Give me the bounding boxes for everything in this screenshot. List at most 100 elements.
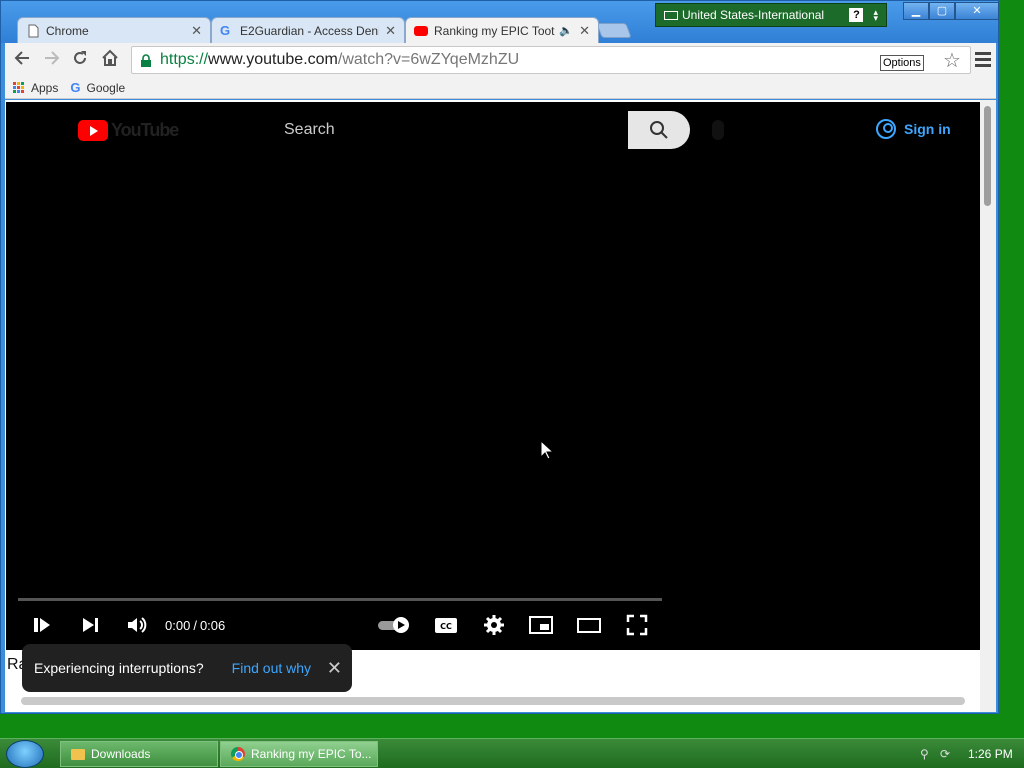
google-icon: G	[220, 22, 231, 38]
language-bar[interactable]: United States-International ? ▴ ▾	[655, 3, 887, 27]
gear-icon	[484, 615, 504, 635]
options-tooltip: Options	[880, 55, 924, 71]
reload-icon	[74, 51, 86, 64]
time-separator: /	[193, 618, 197, 633]
forward-arrow-icon	[45, 51, 60, 65]
next-button[interactable]	[78, 612, 102, 638]
settings-button[interactable]	[482, 612, 506, 638]
page-content: YouTube Search Sign in 0:00 / 0:06 CC Ra…	[5, 100, 980, 712]
browser-toolbar: https://www.youtube.com/watch?v=6wZYqeMz…	[5, 43, 996, 77]
play-pause-button[interactable]	[30, 612, 54, 638]
taskbar-item-chrome[interactable]: Ranking my EPIC To...	[220, 741, 378, 767]
start-button[interactable]	[6, 740, 44, 768]
play-pause-icon	[34, 618, 50, 632]
minimize-button[interactable]: ▁	[903, 2, 929, 20]
theater-mode-button[interactable]	[576, 612, 602, 638]
audio-playing-icon[interactable]: 🔈	[559, 24, 573, 37]
secure-lock-icon	[141, 53, 151, 67]
captions-label: CC	[440, 622, 452, 631]
toast-close-icon[interactable]: ✕	[327, 658, 342, 679]
mouse-cursor-icon	[540, 440, 554, 460]
autoplay-toggle-icon	[378, 617, 409, 633]
tab-title: E2Guardian - Access Denie	[240, 23, 380, 38]
taskbar: Downloads Ranking my EPIC To... ⚲ ⟳ 1:26…	[0, 738, 1024, 768]
video-player[interactable]: YouTube Search Sign in 0:00 / 0:06 CC	[6, 102, 980, 650]
tab-title: Ranking my EPIC Toothb	[434, 23, 556, 38]
google-icon: G	[70, 80, 81, 95]
fullscreen-button[interactable]	[624, 612, 650, 638]
tab-title: Chrome	[46, 23, 89, 38]
sign-in-label: Sign in	[904, 121, 951, 137]
options-arrow-icon[interactable]: ▴ ▾	[873, 8, 878, 23]
language-label: United States-International	[682, 8, 825, 22]
taskbar-item-label: Ranking my EPIC To...	[251, 747, 372, 761]
reload-button[interactable]	[69, 49, 91, 71]
tab-close-icon[interactable]: ✕	[191, 23, 202, 39]
bookmark-star-icon[interactable]: ☆	[943, 48, 961, 73]
sign-in-button[interactable]: Sign in	[876, 119, 951, 139]
home-button[interactable]	[99, 49, 121, 71]
maximize-button[interactable]: ▢	[929, 2, 955, 20]
address-bar[interactable]: https://www.youtube.com/watch?v=6wZYqeMz…	[131, 46, 971, 74]
folder-icon	[71, 748, 85, 760]
time-display: 0:00/0:06	[165, 618, 225, 633]
chrome-menu-icon[interactable]	[975, 49, 991, 70]
taskbar-item-downloads[interactable]: Downloads	[60, 741, 218, 767]
theater-mode-icon	[577, 618, 601, 633]
bookmark-google[interactable]: G Google	[70, 80, 125, 95]
network-icon[interactable]: ⚲	[920, 747, 934, 761]
youtube-logo[interactable]: YouTube	[78, 120, 179, 141]
home-icon	[102, 49, 118, 66]
system-tray: ⚲ ⟳ 1:26 PM	[920, 739, 1013, 768]
current-time: 0:00	[165, 618, 191, 633]
tab-youtube[interactable]: Ranking my EPIC Toothb 🔈 ✕	[405, 17, 599, 43]
bookmark-label: Apps	[31, 80, 59, 95]
update-icon[interactable]: ⟳	[940, 747, 954, 761]
youtube-play-icon	[78, 120, 108, 141]
find-out-why-link[interactable]: Find out why	[232, 660, 311, 676]
youtube-header: YouTube Search Sign in	[6, 102, 980, 158]
chrome-icon	[231, 747, 245, 761]
fullscreen-icon	[626, 614, 648, 636]
horizontal-scrollbar[interactable]	[21, 697, 965, 705]
volume-icon	[128, 617, 147, 633]
url-path: /watch?v=6wZYqeMzhZU	[337, 51, 520, 68]
duration: 0:06	[199, 618, 226, 633]
tab-e2guardian[interactable]: G E2Guardian - Access Denie ✕	[211, 17, 405, 43]
forward-button[interactable]	[41, 49, 63, 71]
youtube-wordmark: YouTube	[111, 120, 179, 140]
captions-button[interactable]: CC	[434, 612, 458, 638]
search-icon	[650, 121, 668, 139]
url-scheme: https://	[160, 51, 209, 68]
url-host: www.youtube.com	[208, 51, 338, 68]
page-icon	[28, 24, 39, 37]
new-tab-button[interactable]	[596, 23, 632, 38]
microphone-icon[interactable]	[712, 120, 724, 140]
toast-message: Experiencing interruptions?	[34, 660, 204, 676]
taskbar-item-label: Downloads	[91, 747, 151, 761]
browser-window: Chrome ✕ G E2Guardian - Access Denie ✕ R…	[0, 0, 999, 714]
miniplayer-icon	[529, 616, 553, 634]
next-icon	[83, 618, 98, 632]
back-button[interactable]	[11, 49, 33, 71]
tab-chrome[interactable]: Chrome ✕	[17, 17, 211, 43]
close-window-button[interactable]: ✕	[955, 2, 999, 20]
autoplay-toggle[interactable]	[376, 612, 412, 638]
bookmark-apps[interactable]: Apps	[13, 81, 58, 95]
back-arrow-icon	[14, 51, 29, 65]
vertical-scrollbar[interactable]	[980, 100, 996, 712]
clock[interactable]: 1:26 PM	[968, 747, 1013, 761]
search-input[interactable]: Search	[274, 111, 628, 149]
volume-button[interactable]	[124, 612, 150, 638]
help-icon[interactable]: ?	[849, 8, 864, 22]
miniplayer-button[interactable]	[528, 612, 554, 638]
scrollbar-thumb[interactable]	[984, 106, 991, 206]
bookmark-label: Google	[86, 80, 126, 95]
interruption-toast: Experiencing interruptions? Find out why…	[22, 644, 352, 692]
progress-bar[interactable]	[18, 598, 662, 601]
tab-close-icon[interactable]: ✕	[385, 23, 396, 39]
bookmarks-bar: Apps G Google	[5, 77, 996, 99]
search-button[interactable]	[628, 111, 690, 149]
account-icon	[876, 119, 896, 139]
tab-close-icon[interactable]: ✕	[579, 23, 590, 39]
